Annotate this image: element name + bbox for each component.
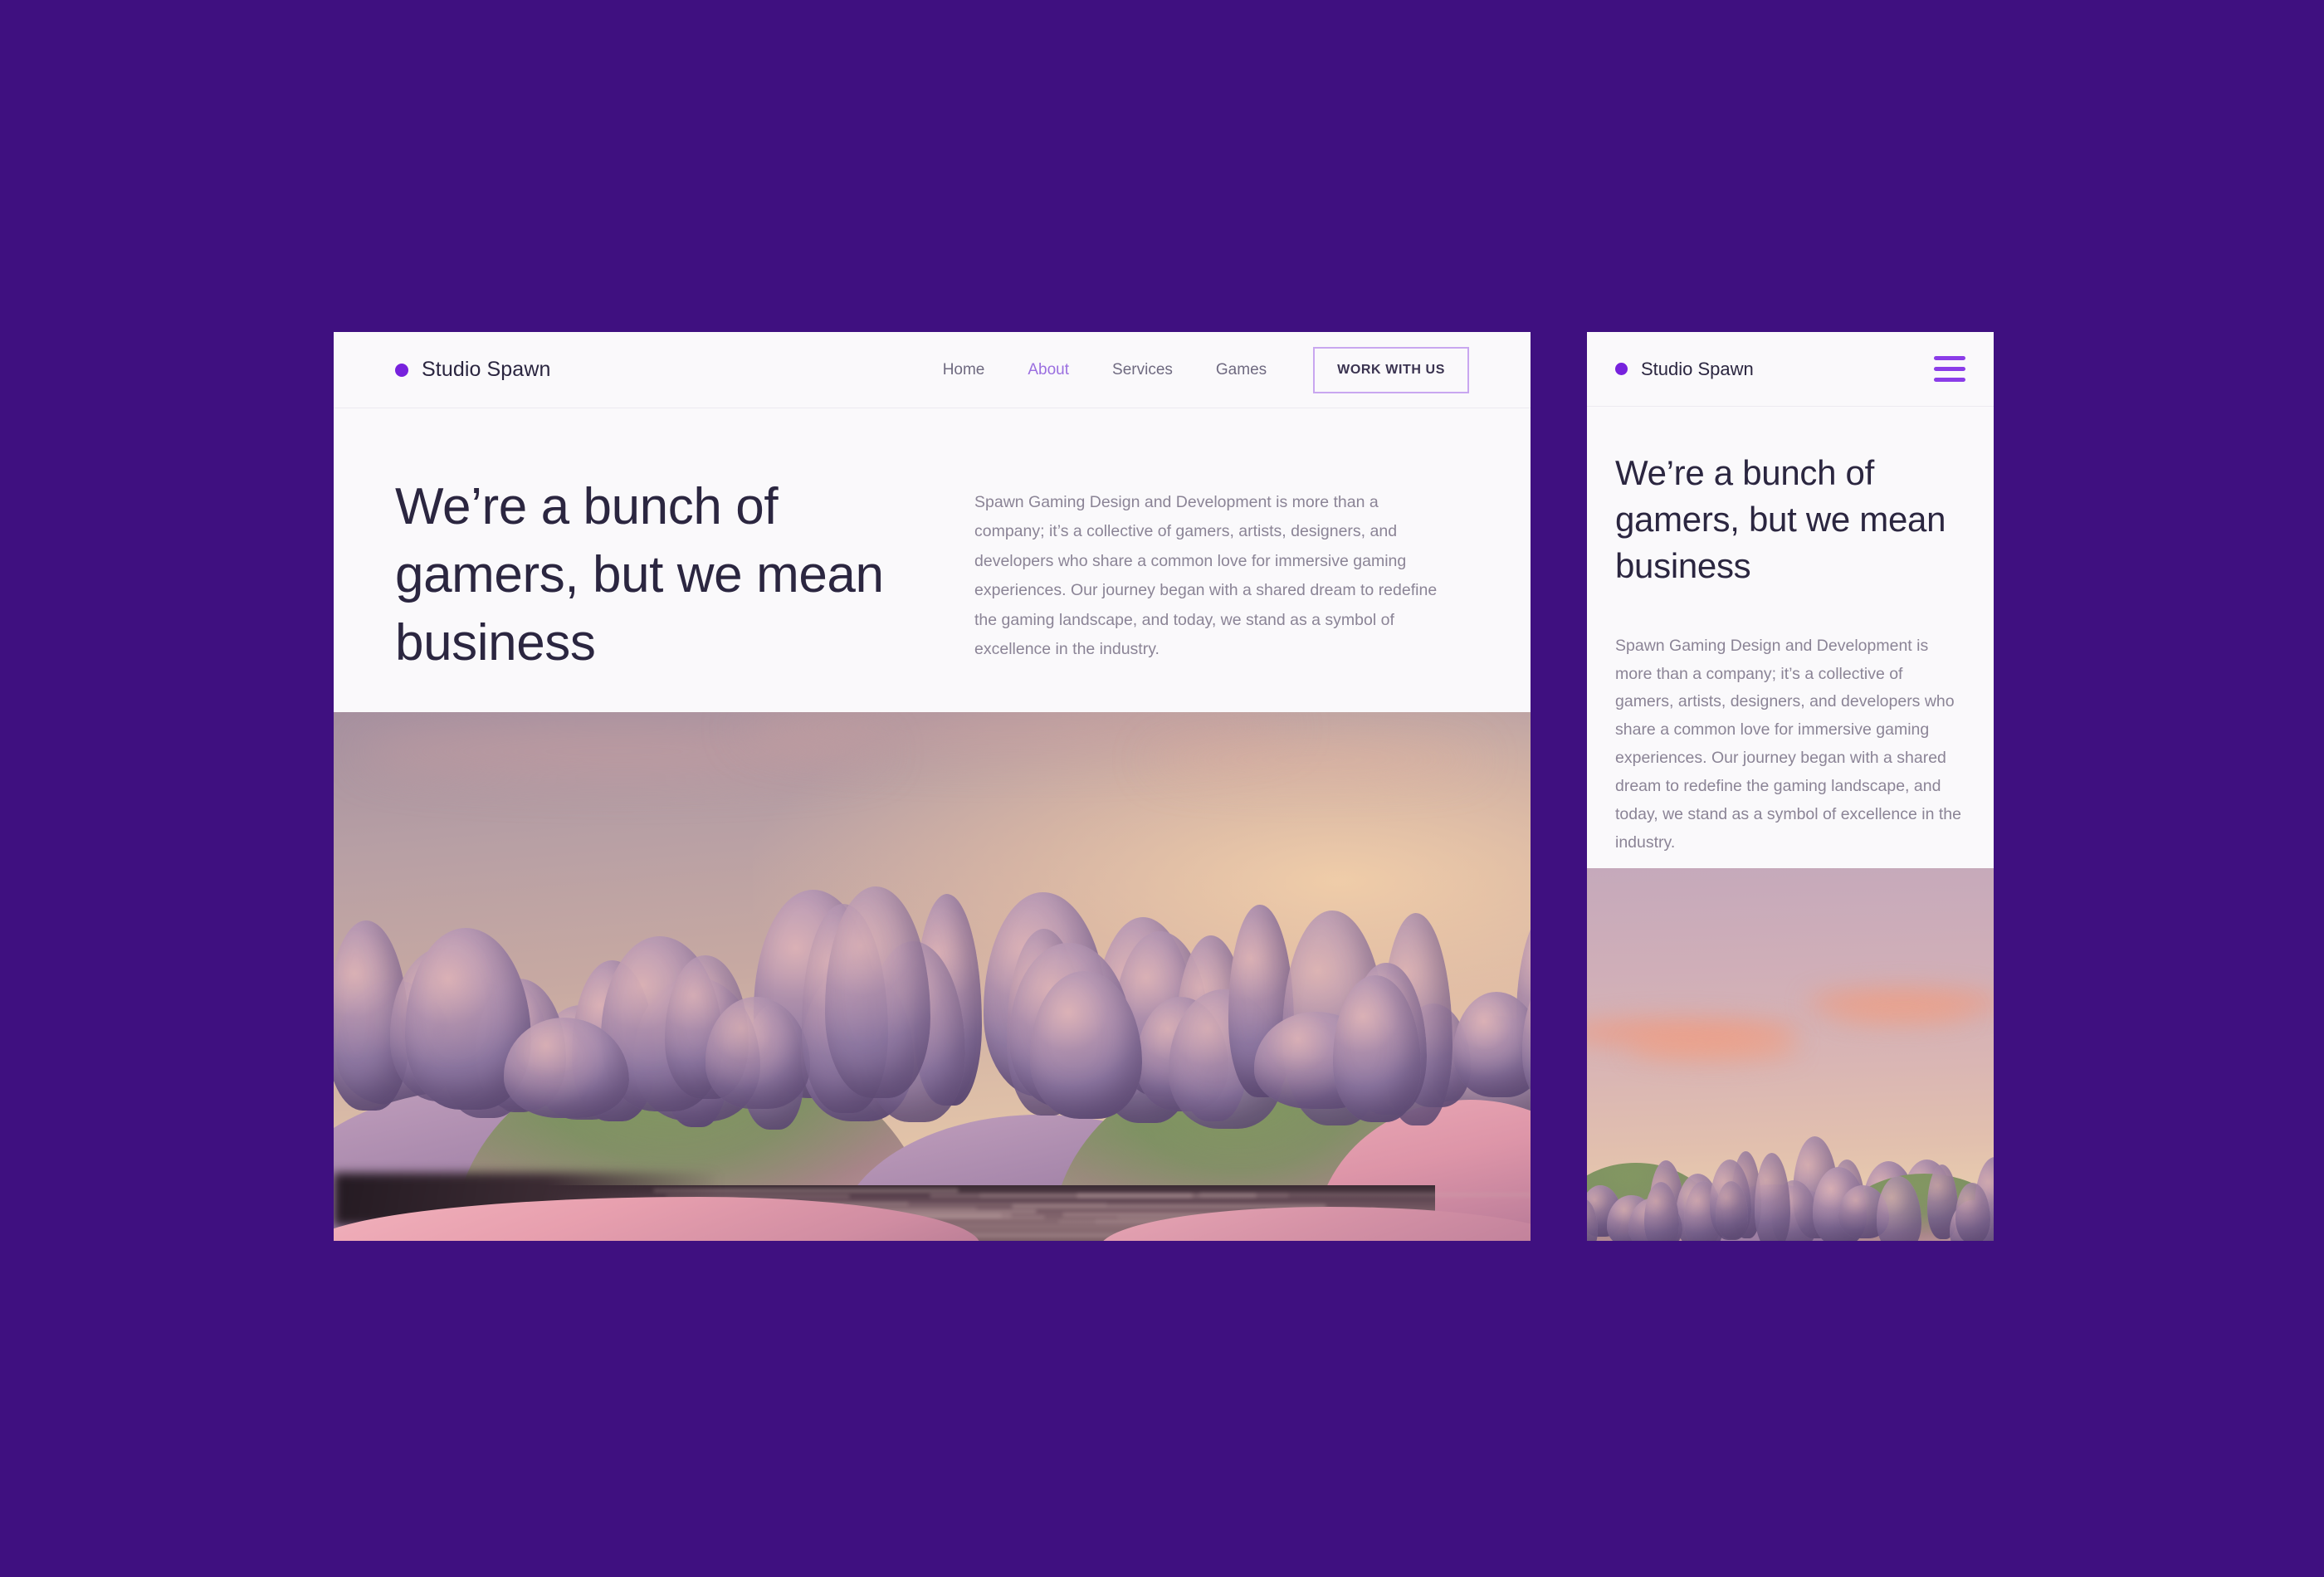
- desktop-hero-text: We’re a bunch of gamers, but we mean bus…: [334, 408, 1531, 712]
- treeline: [334, 881, 1531, 1130]
- nav-link-home[interactable]: Home: [921, 361, 1007, 379]
- desktop-nav-links: Home About Services Games: [921, 361, 1288, 379]
- desktop-mockup: Studio Spawn Home About Services Games W…: [334, 332, 1531, 1241]
- tree-shape: [824, 886, 930, 1098]
- mobile-mockup: Studio Spawn We’re a bunch of gamers, bu…: [1587, 332, 1994, 1241]
- cloud-shape: [1831, 1002, 1970, 1025]
- brand-name: Studio Spawn: [422, 358, 551, 381]
- mobile-hero-text: We’re a bunch of gamers, but we mean bus…: [1587, 407, 1994, 857]
- water-ripple: [1199, 1192, 1531, 1197]
- desktop-nav-right: Home About Services Games WORK WITH US: [921, 346, 1469, 393]
- nav-link-games[interactable]: Games: [1194, 361, 1288, 379]
- dot-icon: [1615, 363, 1628, 375]
- desktop-hero-paragraph: Spawn Gaming Design and Development is m…: [974, 493, 1438, 659]
- desktop-hero-image: [334, 712, 1531, 1241]
- mobile-navbar: Studio Spawn: [1587, 332, 1994, 407]
- nav-link-about[interactable]: About: [1006, 361, 1091, 379]
- brand-logo[interactable]: Studio Spawn: [395, 358, 550, 382]
- hamburger-icon[interactable]: [1934, 353, 1965, 385]
- mobile-brand-logo[interactable]: Studio Spawn: [1615, 359, 1754, 380]
- desktop-hero-heading: We’re a bunch of gamers, but we mean bus…: [395, 478, 884, 671]
- hamburger-bar: [1934, 367, 1965, 371]
- desktop-navbar: Studio Spawn Home About Services Games W…: [334, 332, 1531, 408]
- nav-link-services[interactable]: Services: [1091, 361, 1194, 379]
- hamburger-bar: [1934, 356, 1965, 360]
- mobile-hero-heading: We’re a bunch of gamers, but we mean bus…: [1615, 453, 1946, 585]
- cloud-shape: [1628, 1036, 1799, 1062]
- hamburger-bar: [1934, 378, 1965, 382]
- mobile-hero-image: [1587, 868, 1994, 1241]
- dot-icon: [395, 363, 408, 377]
- mobile-hero-paragraph: Spawn Gaming Design and Development is m…: [1615, 636, 1961, 852]
- work-with-us-button[interactable]: WORK WITH US: [1313, 346, 1469, 393]
- mobile-brand-name: Studio Spawn: [1641, 358, 1754, 379]
